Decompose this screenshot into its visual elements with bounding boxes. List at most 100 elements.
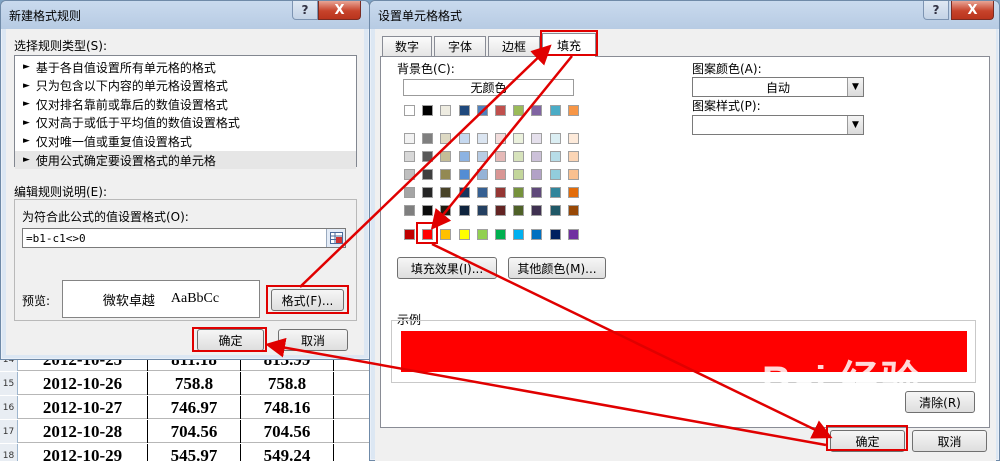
help-button[interactable]: ? (292, 1, 318, 20)
date-cell[interactable]: 2012-10-26 (18, 372, 148, 395)
cancel-button[interactable]: 取消 (912, 430, 987, 452)
no-color-button[interactable]: 无颜色 (403, 79, 574, 96)
theme-shade-swatch[interactable] (422, 205, 434, 216)
theme-shade-swatch[interactable] (422, 187, 434, 198)
theme-shade-swatch[interactable] (476, 133, 488, 144)
theme-shade-swatch[interactable] (458, 205, 470, 216)
date-cell[interactable]: 2012-10-28 (18, 420, 148, 443)
theme-shade-swatch[interactable] (495, 151, 506, 162)
theme-shade-swatch[interactable] (458, 187, 470, 198)
theme-shade-swatch[interactable] (495, 133, 506, 144)
value-cell[interactable]: 758.8 (241, 372, 334, 395)
theme-shade-swatch[interactable] (404, 187, 415, 198)
cancel-button[interactable]: 取消 (278, 329, 348, 351)
ok-button[interactable]: 确定 (830, 430, 905, 452)
help-button[interactable]: ? (923, 1, 949, 20)
row-header[interactable]: 15 (0, 372, 18, 395)
theme-color-swatch[interactable] (513, 105, 525, 116)
value-cell[interactable]: 545.97 (148, 444, 241, 461)
date-cell[interactable]: 2012-10-29 (18, 444, 148, 461)
standard-color-swatch[interactable] (422, 229, 434, 240)
theme-shade-swatch[interactable] (531, 133, 543, 144)
theme-shade-swatch[interactable] (567, 133, 579, 144)
theme-shade-swatch[interactable] (476, 169, 488, 180)
date-cell[interactable]: 2012-10-27 (18, 396, 148, 419)
theme-shade-swatch[interactable] (513, 151, 525, 162)
chevron-down-icon[interactable]: ▼ (847, 116, 863, 134)
value-cell[interactable]: 704.56 (148, 420, 241, 443)
title-bar[interactable]: 新建格式规则 ? X (1, 1, 369, 29)
row-header[interactable]: 18 (0, 444, 18, 461)
format-button[interactable]: 格式(F)... (271, 289, 344, 311)
theme-shade-swatch[interactable] (495, 205, 506, 216)
tab-number[interactable]: 数字 (382, 36, 432, 56)
row-header[interactable]: 17 (0, 420, 18, 443)
tab-border[interactable]: 边框 (488, 36, 540, 56)
theme-shade-swatch[interactable] (513, 187, 525, 198)
empty-cell[interactable] (334, 420, 370, 443)
theme-shade-swatch[interactable] (549, 205, 561, 216)
formula-input[interactable]: =b1-c1<>0 (22, 228, 346, 248)
value-cell[interactable]: 704.56 (241, 420, 334, 443)
theme-shade-swatch[interactable] (549, 169, 561, 180)
theme-shade-swatch[interactable] (458, 151, 470, 162)
theme-shade-swatch[interactable] (567, 187, 579, 198)
tab-fill[interactable]: 填充 (542, 33, 596, 57)
clear-button[interactable]: 清除(R) (905, 391, 975, 413)
theme-shade-swatch[interactable] (440, 151, 452, 162)
standard-color-swatch[interactable] (531, 229, 543, 240)
more-colors-button[interactable]: 其他颜色(M)... (508, 257, 606, 279)
theme-shade-swatch[interactable] (567, 151, 579, 162)
theme-shade-swatch[interactable] (404, 151, 415, 162)
standard-color-swatch[interactable] (495, 229, 506, 240)
standard-color-swatch[interactable] (476, 229, 488, 240)
value-cell[interactable]: 549.24 (241, 444, 334, 461)
standard-color-swatch[interactable] (404, 229, 415, 240)
theme-color-swatch[interactable] (404, 105, 415, 116)
fill-effects-button[interactable]: 填充效果(I)... (397, 257, 497, 279)
range-select-icon[interactable] (326, 229, 345, 247)
standard-color-swatch[interactable] (440, 229, 452, 240)
theme-shade-swatch[interactable] (458, 169, 470, 180)
theme-shade-swatch[interactable] (404, 133, 415, 144)
theme-color-swatch[interactable] (549, 105, 561, 116)
theme-shade-swatch[interactable] (567, 169, 579, 180)
theme-color-swatch[interactable] (567, 105, 579, 116)
theme-shade-swatch[interactable] (549, 133, 561, 144)
theme-shade-swatch[interactable] (404, 169, 415, 180)
theme-shade-swatch[interactable] (549, 151, 561, 162)
theme-shade-swatch[interactable] (567, 205, 579, 216)
empty-cell[interactable] (334, 372, 370, 395)
standard-color-swatch[interactable] (513, 229, 525, 240)
theme-shade-swatch[interactable] (531, 169, 543, 180)
list-item[interactable]: ► 基于各自值设置所有单元格的格式 (15, 58, 356, 76)
close-button[interactable]: X (951, 1, 994, 20)
theme-shade-swatch[interactable] (404, 205, 415, 216)
standard-color-swatch[interactable] (458, 229, 470, 240)
list-item[interactable]: ► 仅对高于或低于平均值的数值设置格式 (15, 114, 356, 132)
theme-shade-swatch[interactable] (458, 133, 470, 144)
theme-shade-swatch[interactable] (549, 187, 561, 198)
theme-shade-swatch[interactable] (422, 133, 434, 144)
standard-color-swatch[interactable] (567, 229, 579, 240)
theme-shade-swatch[interactable] (440, 187, 452, 198)
theme-shade-swatch[interactable] (476, 151, 488, 162)
theme-shade-swatch[interactable] (531, 187, 543, 198)
theme-shade-swatch[interactable] (476, 187, 488, 198)
theme-color-swatch[interactable] (422, 105, 434, 116)
theme-shade-swatch[interactable] (440, 169, 452, 180)
standard-color-swatch[interactable] (549, 229, 561, 240)
pattern-style-select[interactable]: ▼ (692, 115, 864, 135)
theme-color-swatch[interactable] (531, 105, 543, 116)
chevron-down-icon[interactable]: ▼ (847, 78, 863, 96)
theme-shade-swatch[interactable] (440, 133, 452, 144)
close-button[interactable]: X (318, 1, 361, 20)
theme-shade-swatch[interactable] (513, 205, 525, 216)
list-item[interactable]: ► 只为包含以下内容的单元格设置格式 (15, 77, 356, 95)
theme-color-swatch[interactable] (476, 105, 488, 116)
theme-color-swatch[interactable] (495, 105, 506, 116)
list-item[interactable]: ► 使用公式确定要设置格式的单元格 (15, 151, 356, 169)
theme-shade-swatch[interactable] (513, 133, 525, 144)
value-cell[interactable]: 758.8 (148, 372, 241, 395)
empty-cell[interactable] (334, 444, 370, 461)
